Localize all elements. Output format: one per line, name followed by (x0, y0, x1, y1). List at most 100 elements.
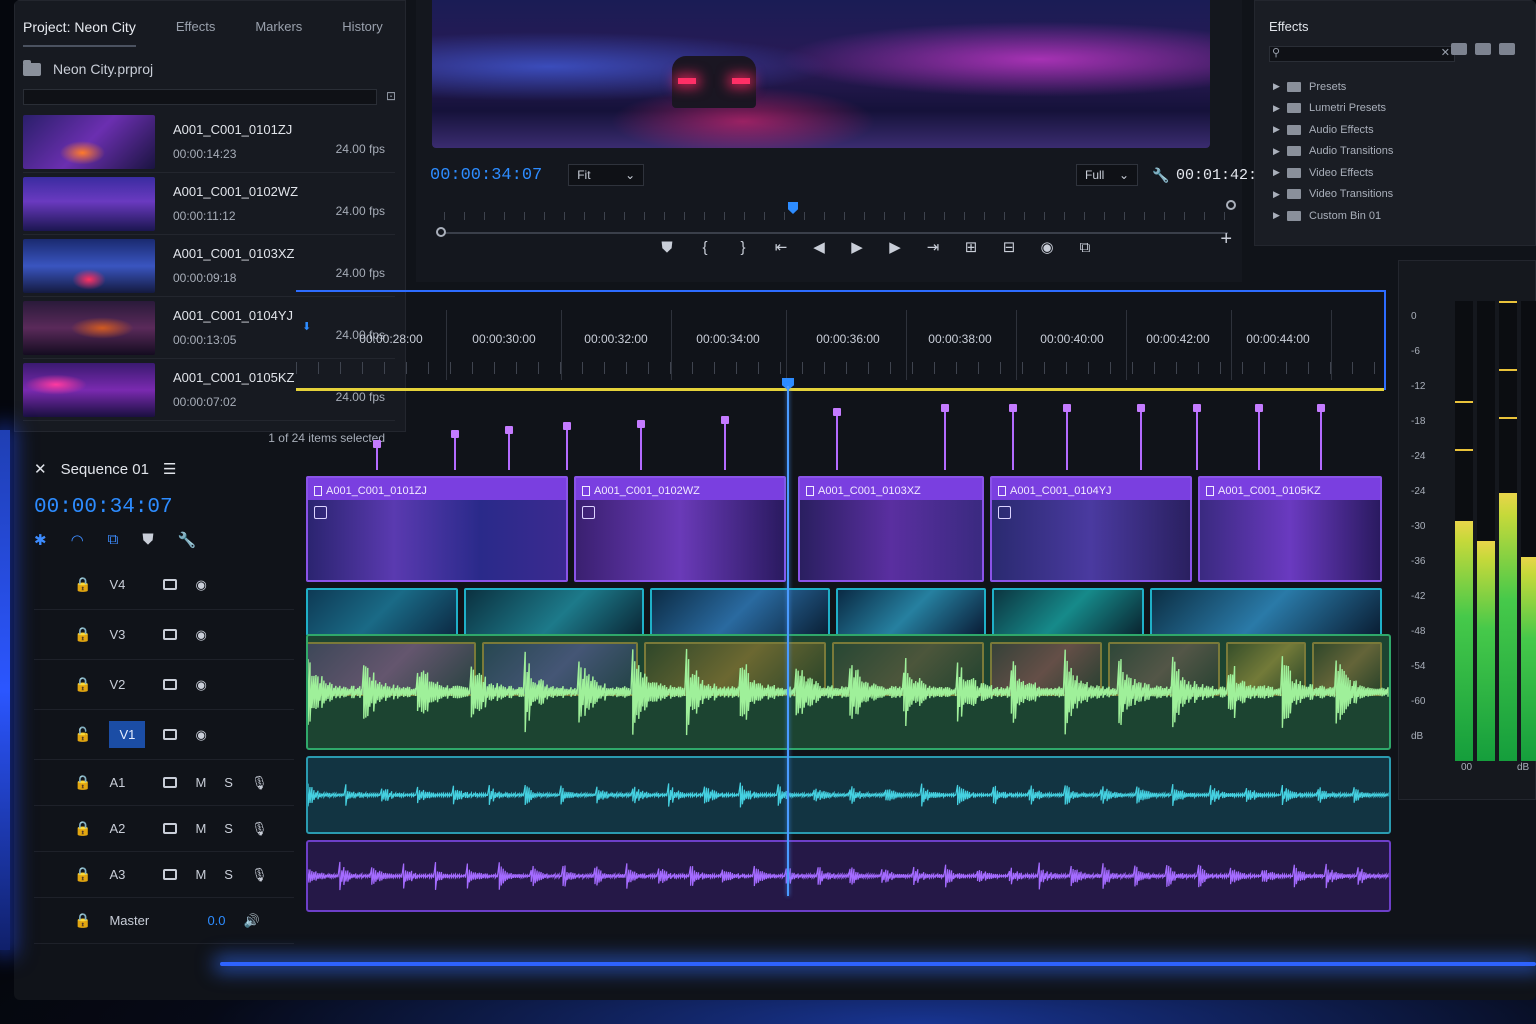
timeline-clip[interactable] (650, 588, 830, 636)
eye-icon[interactable]: ◉ (195, 727, 206, 743)
marker[interactable] (1255, 404, 1263, 470)
lock-icon[interactable]: 🔒 (74, 866, 91, 883)
eye-icon[interactable]: ◉ (195, 627, 206, 643)
audio-clip-a2[interactable] (306, 756, 1391, 834)
sequence-tab[interactable]: ✕ Sequence 01 ☰ (34, 460, 294, 479)
program-video-frame[interactable] (432, 0, 1210, 148)
project-file-row[interactable]: Neon City.prproj (15, 47, 405, 77)
effects-folder[interactable]: ▶ Video Transitions (1269, 184, 1535, 206)
effects-folder[interactable]: ▶ Audio Effects (1269, 119, 1535, 141)
list-item[interactable]: A001_C001_0102WZ 00:00:11:12 24.00 fps (23, 173, 395, 235)
playhead-timecode[interactable]: 00:00:34:07 (430, 166, 542, 185)
marker[interactable] (505, 426, 513, 470)
marker[interactable] (1137, 404, 1145, 470)
tab-markers[interactable]: Markers (255, 19, 302, 47)
lock-icon[interactable]: 🔒 (74, 912, 91, 929)
timeline-clip[interactable]: A001_C001_0101ZJ (306, 476, 568, 582)
track-name[interactable]: V1 (109, 721, 146, 748)
yuv-effects-icon[interactable] (1499, 43, 1515, 55)
step-forward-icon[interactable]: ▶ (884, 236, 906, 258)
timeline-clip[interactable] (464, 588, 644, 636)
track-name[interactable]: V2 (109, 671, 145, 698)
scrub-in-handle[interactable] (436, 227, 446, 237)
sync-lock-icon[interactable] (163, 579, 178, 590)
mute-button[interactable]: M (195, 821, 206, 836)
marker[interactable] (1063, 404, 1071, 470)
eye-icon[interactable]: ◉ (195, 677, 206, 693)
extract-icon[interactable]: ⊟ (998, 236, 1020, 258)
timeline-clip[interactable] (992, 588, 1144, 636)
play-icon[interactable]: ▶ (846, 236, 868, 258)
track-name[interactable]: A2 (109, 815, 145, 842)
sync-lock-icon[interactable] (163, 823, 178, 834)
compare-view-icon[interactable]: ⧉ (1074, 236, 1096, 258)
marker[interactable] (451, 430, 459, 470)
lock-icon[interactable]: 🔒 (74, 626, 91, 643)
close-icon[interactable]: ✕ (34, 460, 47, 478)
monitor-scrubber[interactable] (436, 200, 1236, 238)
lift-icon[interactable]: ⊞ (960, 236, 982, 258)
timeline-clip[interactable]: A001_C001_0104YJ (990, 476, 1192, 582)
nest-icon[interactable]: ⧉ (108, 531, 119, 549)
effects-folder[interactable]: ▶ Audio Transitions (1269, 141, 1535, 163)
audio-clip-a3[interactable] (306, 840, 1391, 912)
linked-selection-icon[interactable]: ◠ (71, 531, 84, 549)
solo-button[interactable]: S (224, 821, 233, 836)
effects-folder[interactable]: ▶ Presets (1269, 76, 1535, 98)
timeline-clip[interactable]: A001_C001_0102WZ (574, 476, 786, 582)
marker[interactable] (1009, 404, 1017, 470)
lock-icon[interactable]: 🔓 (74, 726, 91, 743)
step-back-icon[interactable]: ◀ (808, 236, 830, 258)
work-area-bar[interactable] (296, 388, 1384, 391)
sync-lock-icon[interactable] (163, 679, 178, 690)
snap-icon[interactable]: ✱ (34, 531, 47, 549)
timeline-panel[interactable]: ⬇ 00:00:28:00 00:00:30:00 00:00:32:00 00… (296, 290, 1391, 950)
lock-icon[interactable]: 🔒 (74, 576, 91, 593)
master-volume[interactable]: 0.0 (207, 913, 225, 928)
project-search-input[interactable]: ⊡ (23, 89, 396, 105)
marker[interactable] (833, 408, 841, 470)
sync-lock-icon[interactable] (163, 777, 178, 788)
sync-lock-icon[interactable] (163, 729, 178, 740)
time-ruler[interactable]: ⬇ 00:00:28:00 00:00:30:00 00:00:32:00 00… (296, 290, 1386, 391)
sync-lock-icon[interactable] (163, 869, 178, 880)
wrench-icon[interactable]: 🔧 (1152, 167, 1169, 184)
export-frame-icon[interactable]: ◉ (1036, 236, 1058, 258)
button-editor-plus-icon[interactable]: + (1220, 228, 1232, 251)
speaker-icon[interactable]: 🔊 (244, 913, 260, 929)
sequence-timecode[interactable]: 00:00:34:07 (34, 496, 294, 519)
playhead-line[interactable] (787, 386, 789, 896)
go-to-out-icon[interactable]: ⇥ (922, 236, 944, 258)
menu-icon[interactable]: ☰ (163, 460, 176, 478)
add-marker-icon[interactable]: ⛊ (142, 531, 153, 549)
eye-icon[interactable]: ◉ (195, 577, 206, 593)
effects-folder[interactable]: ▶ Custom Bin 01 (1269, 205, 1535, 227)
microphone-icon[interactable]: 🎙 (251, 821, 268, 837)
lock-icon[interactable]: 🔒 (74, 820, 91, 837)
wrench-icon[interactable]: 🔧 (178, 531, 197, 549)
audio-clip-a1[interactable] (306, 634, 1391, 750)
track-name[interactable]: A1 (109, 769, 145, 796)
marker[interactable] (941, 404, 949, 470)
mark-in-icon[interactable]: { (694, 236, 716, 258)
lock-icon[interactable]: 🔒 (74, 676, 91, 693)
microphone-icon[interactable]: 🎙 (251, 867, 268, 883)
list-item[interactable]: A001_C001_0101ZJ 00:00:14:23 24.00 fps (23, 111, 395, 173)
timeline-clip[interactable]: A001_C001_0105KZ (1198, 476, 1382, 582)
solo-button[interactable]: S (224, 867, 233, 882)
effects-folder[interactable]: ▶ Lumetri Presets (1269, 98, 1535, 120)
fx-badge-icon[interactable] (998, 506, 1011, 519)
add-marker-icon[interactable]: ⛊ (656, 236, 678, 258)
effects-folder[interactable]: ▶ Video Effects (1269, 162, 1535, 184)
timeline-clip[interactable] (836, 588, 986, 636)
mute-button[interactable]: M (195, 867, 206, 882)
timeline-clip[interactable] (1150, 588, 1382, 636)
marker[interactable] (373, 440, 381, 470)
marker[interactable] (1193, 404, 1201, 470)
solo-button[interactable]: S (224, 775, 233, 790)
32bit-effects-icon[interactable] (1475, 43, 1491, 55)
tab-project[interactable]: Project: Neon City (23, 19, 136, 47)
mute-button[interactable]: M (195, 775, 206, 790)
scrub-out-handle[interactable] (1226, 200, 1236, 210)
fx-badge-icon[interactable] (314, 506, 327, 519)
